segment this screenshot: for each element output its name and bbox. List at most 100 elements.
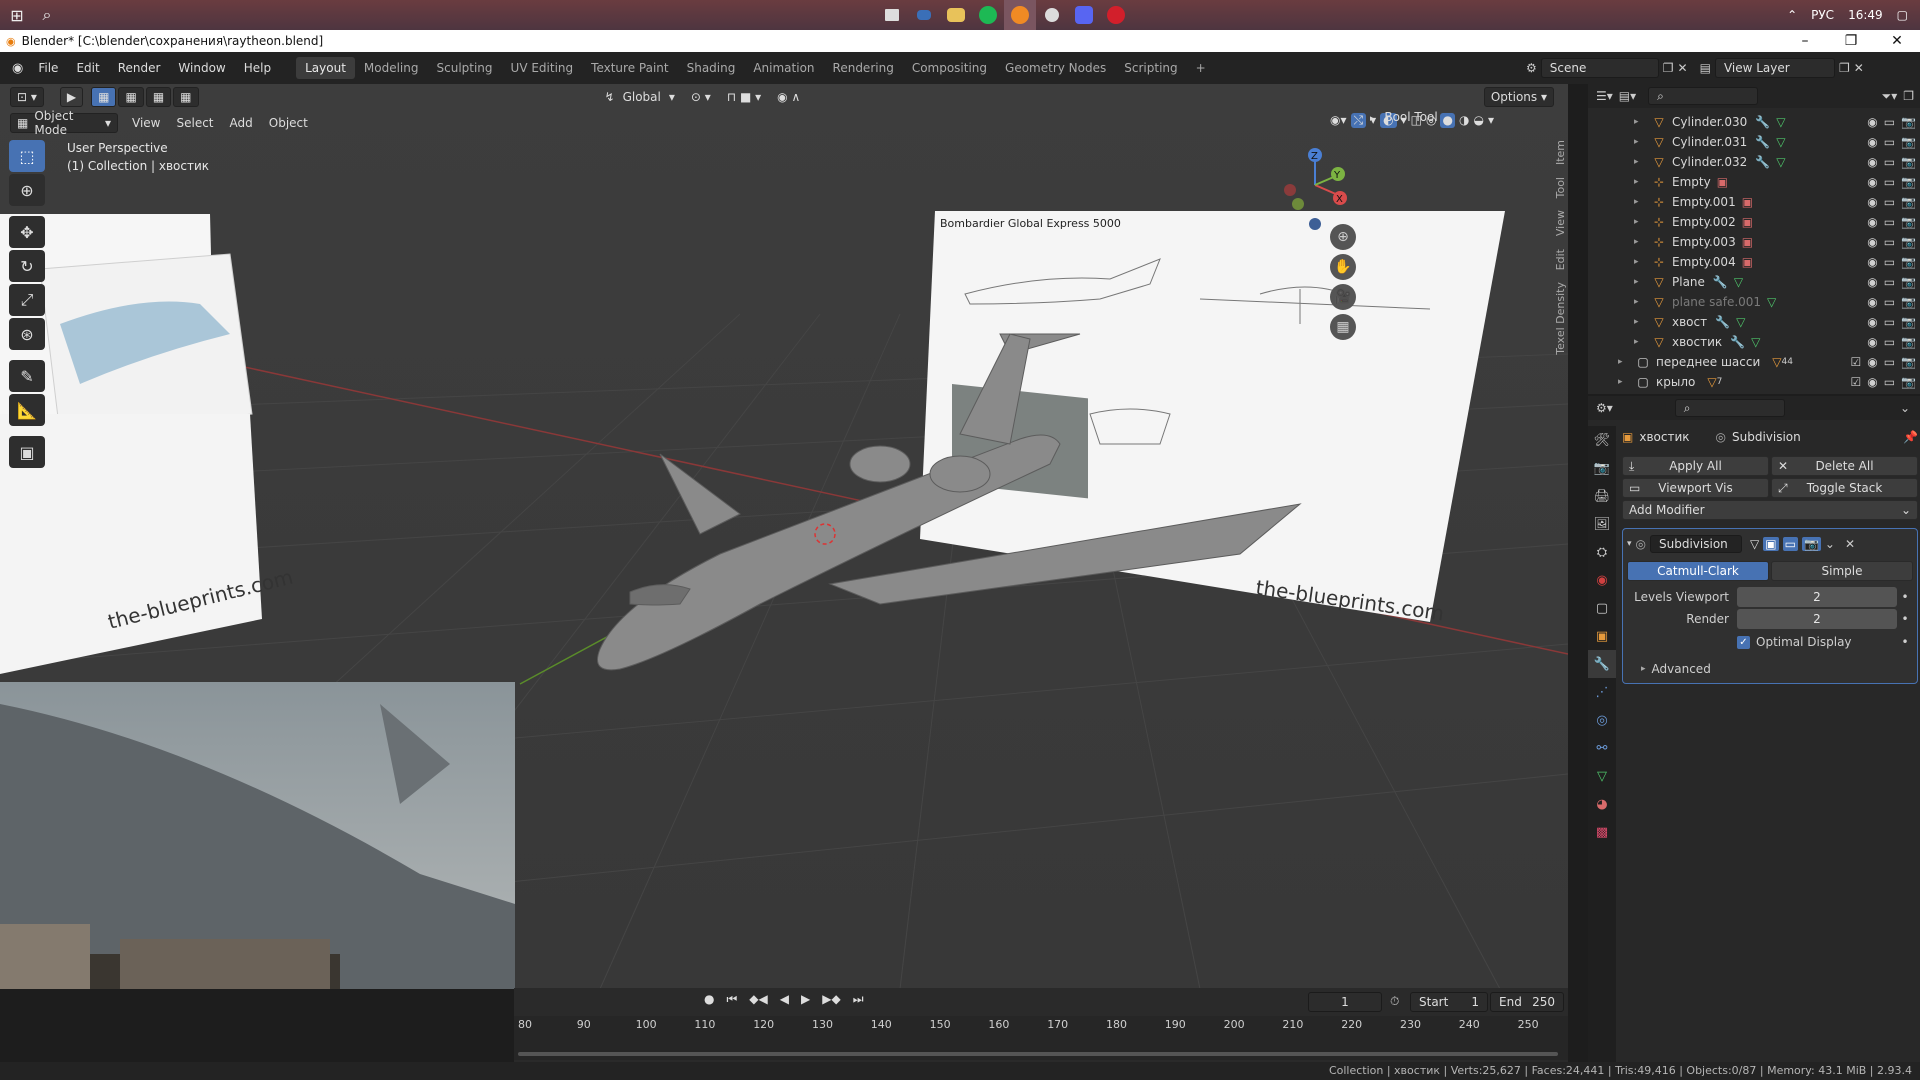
current-frame-field[interactable]: 1 [1308,992,1382,1012]
monitor-icon[interactable]: ▭ [1884,335,1895,349]
ortho-grid-icon[interactable]: ▦ [1330,314,1356,340]
tab-shading[interactable]: Shading [678,57,745,79]
camera-icon[interactable]: 📷 [1901,115,1916,129]
outliner[interactable]: ☰▾ ▤▾ ⌕ ⏷▾ ❐ ▸ ▽ Cylinder.030 🔧 ▽ ◉ ▭ 📷 ▸ ▽ Cylind… [1588,84,1920,394]
constraints-tab-icon[interactable]: ⚯ [1588,734,1616,762]
outliner-item[interactable]: ▸ ▽ Cylinder.030 🔧 ▽ ◉ ▭ 📷 [1588,112,1920,132]
expand-triangle-icon[interactable]: ▸ [1634,297,1646,307]
mesh-data-icon[interactable]: ▽ [1776,135,1785,149]
monitor-icon[interactable]: ▭ [1884,275,1895,289]
output-tab-icon[interactable]: 🖨 [1588,482,1616,510]
outliner-item[interactable]: ▸ ▽ Cylinder.032 🔧 ▽ ◉ ▭ 📷 [1588,152,1920,172]
expand-triangle-icon[interactable]: ▸ [1634,177,1646,187]
visibility-icon[interactable]: ◉▾ [1330,113,1347,128]
chevron-down-icon[interactable]: ⌄ [1825,537,1835,551]
eye-icon[interactable]: ◉ [1867,135,1877,149]
new-collection-icon[interactable]: ❐ [1903,89,1914,103]
outliner-item[interactable]: ▸ ▽ Cylinder.031 🔧 ▽ ◉ ▭ 📷 [1588,132,1920,152]
render-levels-field[interactable]: 2 [1737,609,1897,629]
menu-window[interactable]: Window [169,61,234,75]
eye-icon[interactable]: ◉ [1867,175,1877,189]
transform-tool-icon[interactable]: ⊛ [9,318,45,350]
discord-icon[interactable] [1068,0,1100,30]
data-tab-icon[interactable]: ▽ [1588,762,1616,790]
optimal-display-checkbox[interactable]: ✓ [1737,635,1750,649]
pin-icon[interactable]: 📌 [1903,430,1918,444]
modifier-name-field[interactable]: Subdivision [1650,535,1743,553]
scene-selector[interactable]: Scene [1540,58,1659,78]
blender-app-icon[interactable] [1004,0,1036,30]
expand-triangle-icon[interactable]: ▸ [1618,377,1630,387]
opera-icon[interactable] [1100,0,1132,30]
camera-icon[interactable]: 📷 [1901,155,1916,169]
outliner-search-input[interactable]: ⌕ [1648,87,1759,105]
mesh-data-icon[interactable]: ▽ [1736,315,1745,329]
expand-triangle-icon[interactable]: ▸ [1634,137,1646,147]
empty-data-icon[interactable]: ▣ [1742,215,1753,229]
add-workspace-button[interactable]: + [1187,57,1215,79]
add-modifier-dropdown[interactable]: Add Modifier ⌄ [1622,500,1918,520]
monitor-icon[interactable]: ▭ [1884,215,1895,229]
cage-icon[interactable]: ▣ [1763,537,1779,551]
tab-uv-editing[interactable]: UV Editing [502,57,583,79]
eye-icon[interactable]: ◉ [1867,335,1877,349]
eye-icon[interactable]: ◉ [1867,215,1877,229]
eye-icon[interactable]: ◉ [1867,235,1877,249]
camera-icon[interactable]: 📷 [1901,195,1916,209]
expand-triangle-icon[interactable]: ▸ [1634,217,1646,227]
solid-shading-icon[interactable]: ● [1440,113,1455,128]
language-indicator[interactable]: РУС [1811,8,1834,22]
outliner-item[interactable]: ▸ ⊹ Empty.001 ▣ ◉ ▭ 📷 [1588,192,1920,212]
menu-add[interactable]: Add [222,116,261,130]
zoom-icon[interactable]: ⊕ [1330,224,1356,250]
steam-icon[interactable] [1036,0,1068,30]
expand-triangle-icon[interactable]: ▸ [1634,317,1646,327]
menu-edit[interactable]: Edit [67,61,108,75]
clock-icon[interactable]: ⏱ [1390,994,1399,1009]
camera-icon[interactable]: 📷 [1901,375,1916,389]
gizmo-toggle-icon[interactable]: ⤭ [1350,113,1367,128]
camera-icon[interactable]: 📷 [1901,315,1916,329]
advanced-subpanel[interactable]: ▸ Advanced [1627,659,1913,679]
monitor-icon[interactable]: ▭ [1884,375,1895,389]
tool-tab-icon[interactable]: 🛠 [1588,426,1616,454]
physics-tab-icon[interactable]: ◎ [1588,706,1616,734]
bool-tool-panel[interactable]: ▸ Bool Tool [1370,110,1438,124]
expand-triangle-icon[interactable]: ▸ [1634,117,1646,127]
menu-view[interactable]: View [124,116,168,130]
copy-icon[interactable]: ❐ [1663,61,1674,75]
expand-triangle-icon[interactable]: ▸ [1634,197,1646,207]
copy-icon[interactable]: ❐ [1839,61,1850,75]
close-window-button[interactable]: ✕ [1874,33,1920,49]
tab-texture-paint[interactable]: Texture Paint [582,57,677,79]
filter-icon[interactable]: ⏷▾ [1882,89,1898,104]
sidebar-tab-item[interactable]: Item [1554,134,1567,171]
tab-animation[interactable]: Animation [744,57,823,79]
texture-tab-icon[interactable]: ▩ [1588,818,1616,846]
camera-icon[interactable]: 📷 [1901,175,1916,189]
expand-triangle-icon[interactable]: ▸ [1634,257,1646,267]
eye-icon[interactable]: ◉ [1867,375,1877,389]
mode-dropdown[interactable]: ▦ Object Mode ▾ [10,109,118,137]
outliner-collection[interactable]: ▸ ▢ переднее шасси ▽ 44 ☑ ◉ ▭ 📷 [1588,352,1920,372]
material-shading-icon[interactable]: ◑ [1459,113,1469,128]
monitor-icon[interactable]: ▭ [1884,195,1895,209]
transform-orientation-dropdown[interactable]: ↯ Global ▾ [599,87,681,107]
tab-geometry-nodes[interactable]: Geometry Nodes [996,57,1115,79]
annotate-tool-icon[interactable]: ✎ [9,360,45,392]
render-tab-icon[interactable]: 📷 [1588,454,1616,482]
select-tool-icon[interactable]: ▶ [59,87,84,107]
material-tab-icon[interactable]: ◕ [1588,790,1616,818]
rotate-tool-icon[interactable]: ↻ [9,250,45,282]
menu-object[interactable]: Object [261,116,316,130]
tab-layout[interactable]: Layout [296,57,355,79]
eye-icon[interactable]: ◉ [1867,155,1877,169]
monitor-icon[interactable]: ▭ [1884,135,1895,149]
empty-data-icon[interactable]: ▣ [1742,195,1753,209]
wrench-icon[interactable]: 🔧 [1713,275,1728,289]
clock[interactable]: 16:49 [1848,8,1883,22]
editor-type-button[interactable]: ⊡ ▾ [10,87,44,107]
modifier-tab-icon[interactable]: 🔧 [1588,650,1616,678]
eye-icon[interactable]: ◉ [1867,275,1877,289]
3d-viewport[interactable]: the-blueprints.com Bombardier Global Exp… [0,84,1568,989]
